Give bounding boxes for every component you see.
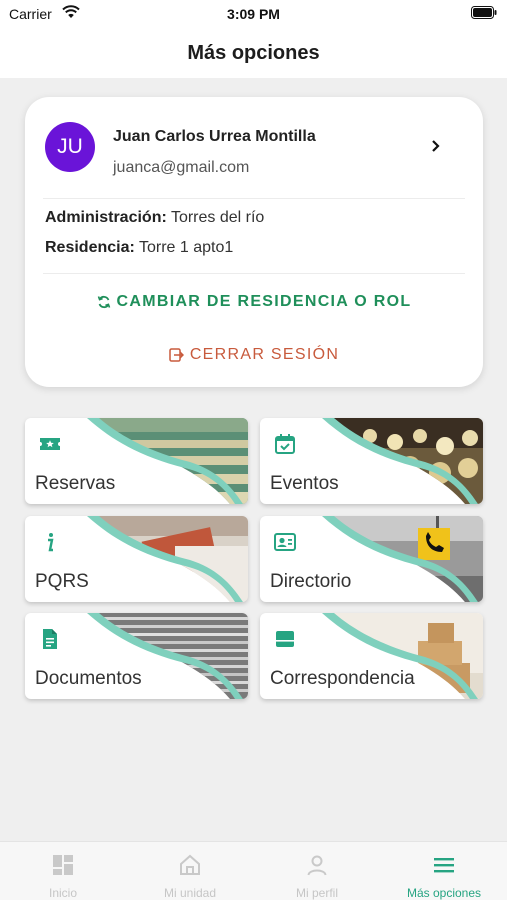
document-icon — [43, 629, 57, 649]
residence-value: Torre 1 apto1 — [138, 239, 234, 256]
logout-label: CERRAR SESIÓN — [189, 346, 340, 363]
ticket-star-icon — [40, 438, 60, 450]
tab-label: Mi perfil — [295, 886, 338, 900]
mailbox-icon — [276, 631, 294, 647]
info-icon — [48, 533, 54, 552]
tile-directorio[interactable]: Directorio — [260, 516, 483, 602]
logout-button[interactable]: CERRAR SESIÓN — [25, 346, 483, 364]
dashboard-icon — [53, 855, 73, 875]
tile-label: Directorio — [270, 571, 352, 592]
user-email: juanca@gmail.com — [113, 159, 250, 176]
tile-pqrs[interactable]: PQRS — [25, 516, 248, 602]
tile-label: Documentos — [35, 668, 142, 689]
profile-card: JU Juan Carlos Urrea Montilla juanca@gma… — [25, 97, 483, 387]
clock: 3:09 PM — [227, 6, 280, 22]
chevron-right-icon[interactable] — [429, 137, 443, 155]
administration-value: Torres del río — [170, 209, 265, 226]
refresh-icon — [97, 295, 110, 309]
tile-correspondencia[interactable]: Correspondencia — [260, 613, 483, 699]
tile-label: Eventos — [270, 473, 339, 494]
tab-mi-unidad[interactable]: Mi unidad — [127, 842, 253, 900]
residence-label: Residencia: — [45, 239, 135, 256]
tab-mas-opciones[interactable]: Más opciones — [381, 842, 507, 900]
contact-card-icon — [274, 533, 296, 551]
home-icon — [180, 854, 200, 875]
nav-header: Más opciones — [0, 28, 507, 78]
tab-mi-perfil[interactable]: Mi perfil — [254, 842, 380, 900]
tab-label: Más opciones — [406, 886, 482, 900]
change-residence-label: CAMBIAR DE RESIDENCIA O ROL — [116, 293, 412, 310]
calendar-check-icon — [275, 434, 295, 454]
change-residence-button[interactable]: CAMBIAR DE RESIDENCIA O ROL — [25, 293, 483, 311]
divider — [43, 198, 465, 199]
battery-icon — [471, 6, 497, 19]
user-name[interactable]: Juan Carlos Urrea Montilla — [113, 128, 316, 146]
menu-icon — [434, 858, 454, 873]
tab-label: Inicio — [48, 886, 77, 900]
status-bar: Carrier 3:09 PM — [0, 0, 507, 28]
tile-label: Reservas — [35, 473, 116, 494]
residence-row: Residencia: Torre 1 apto1 — [45, 239, 233, 257]
page-title: Más opciones — [187, 42, 320, 64]
tab-label: Mi unidad — [163, 886, 217, 900]
divider — [43, 273, 465, 274]
tile-documentos[interactable]: Documentos — [25, 613, 248, 699]
tile-label: Correspondencia — [270, 668, 415, 689]
tile-reservas[interactable]: Reservas — [25, 418, 248, 504]
avatar[interactable]: JU — [45, 122, 95, 172]
administration-label: Administración: — [45, 209, 167, 226]
logout-icon — [169, 348, 184, 362]
administration-row: Administración: Torres del río — [45, 209, 264, 227]
tile-label: PQRS — [35, 571, 89, 592]
tab-bar: Inicio Mi unidad Mi perfil Más opciones — [0, 841, 507, 900]
person-icon — [307, 855, 327, 876]
tile-eventos[interactable]: Eventos — [260, 418, 483, 504]
tab-inicio[interactable]: Inicio — [0, 842, 126, 900]
